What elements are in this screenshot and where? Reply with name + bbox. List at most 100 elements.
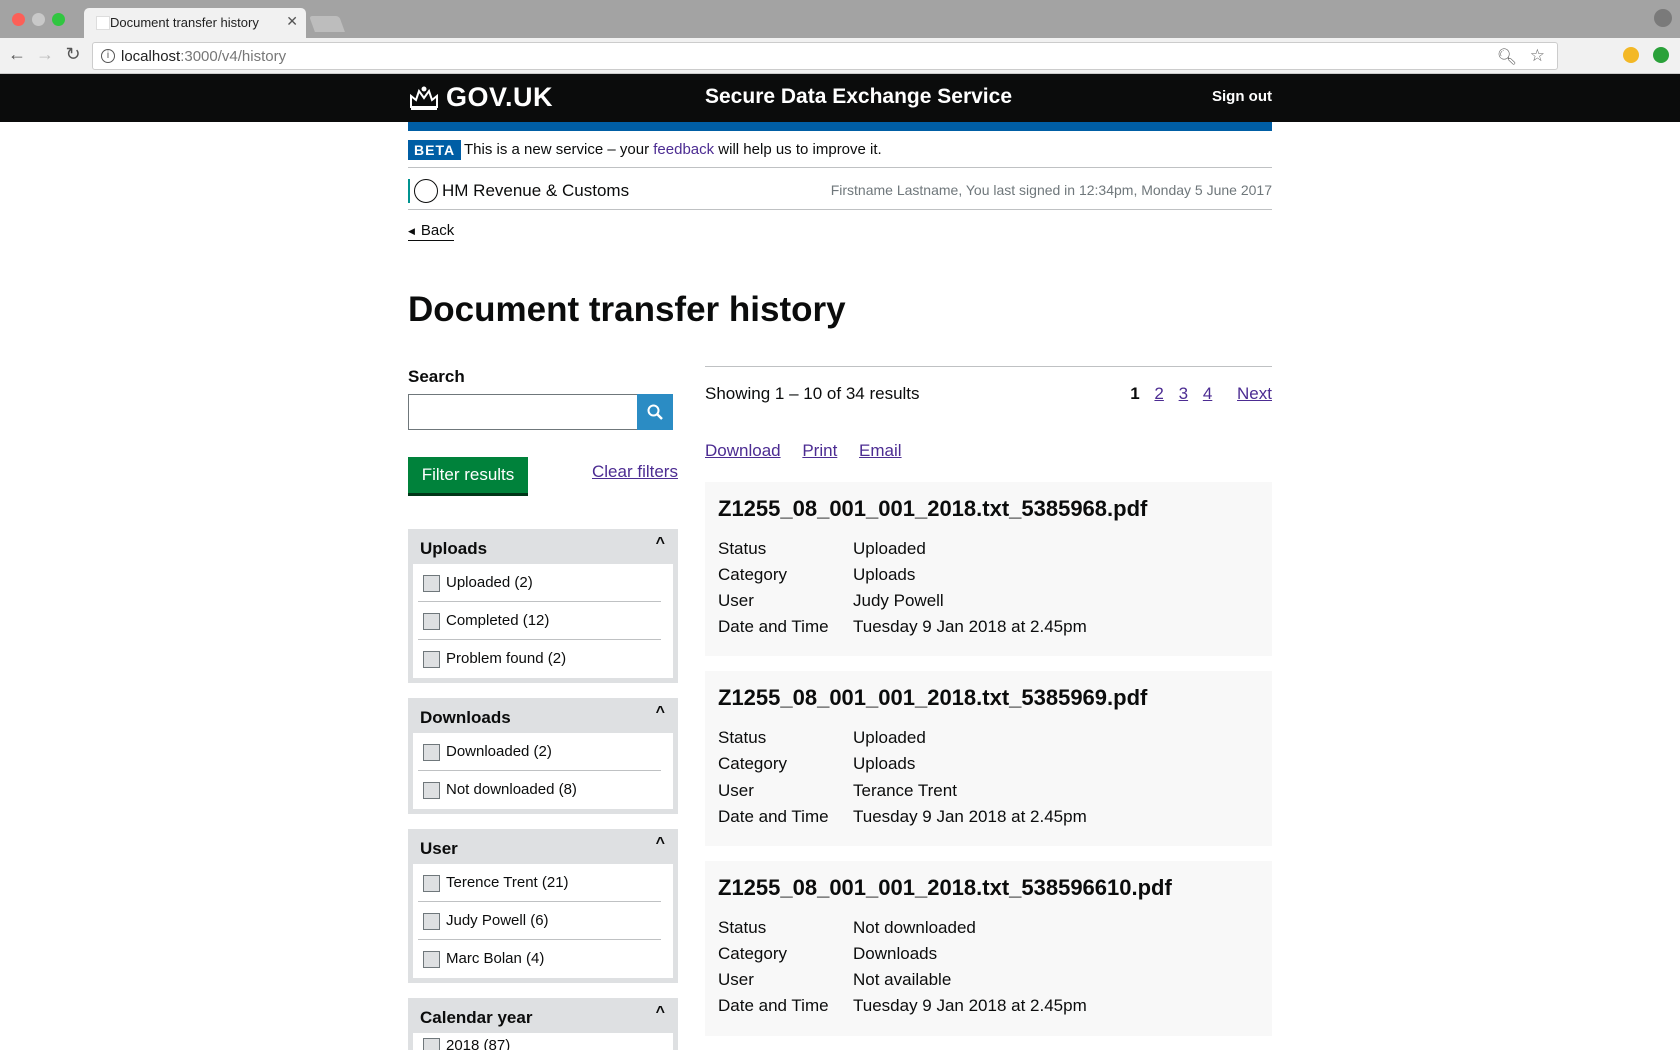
extension-update-icon[interactable] — [1653, 47, 1669, 63]
email-link[interactable]: Email — [859, 441, 902, 460]
page-3-link[interactable]: 3 — [1179, 384, 1188, 403]
option-label: Marc Bolan (4) — [446, 950, 545, 967]
bookmark-star-icon[interactable]: ☆ — [1530, 46, 1545, 66]
result-card: Z1255_08_001_001_2018.txt_5385969.pdf St… — [705, 671, 1272, 846]
back-arrow-icon[interactable]: ← — [6, 44, 28, 65]
feedback-link[interactable]: feedback — [653, 141, 714, 158]
profile-icon[interactable] — [1654, 9, 1672, 27]
org-accent-line — [408, 179, 410, 203]
checkbox[interactable] — [423, 575, 440, 592]
result-card: Z1255_08_001_001_2018.txt_538596610.pdf … — [705, 861, 1272, 1036]
category-label: Category — [718, 944, 787, 963]
option-label: Not downloaded (8) — [446, 781, 577, 798]
address-bar[interactable]: i localhost:3000/v4/history 🔍︎ ☆ — [92, 42, 1558, 70]
facet-option[interactable]: Not downloaded (8) — [418, 771, 661, 809]
checkbox[interactable] — [423, 913, 440, 930]
tab-title: Document transfer history — [110, 15, 259, 30]
chevron-up-icon[interactable]: ^ — [656, 704, 665, 722]
zoom-icon[interactable]: 🔍︎ — [1497, 47, 1517, 67]
checkbox[interactable] — [423, 651, 440, 668]
url-path: :3000/v4/history — [180, 48, 287, 65]
category-label: Category — [718, 565, 787, 584]
option-label: Completed (12) — [446, 612, 550, 629]
sign-out-link[interactable]: Sign out — [1212, 88, 1272, 105]
next-page-link[interactable]: Next — [1237, 384, 1272, 403]
checkbox[interactable] — [423, 613, 440, 630]
maximize-window-button[interactable] — [52, 13, 65, 26]
category-label: Category — [718, 754, 787, 773]
facet-option[interactable]: 2018 (87) — [418, 1027, 661, 1050]
phase-text-after: will help us to improve it. — [714, 141, 882, 158]
checkbox[interactable] — [423, 744, 440, 761]
search-button[interactable] — [637, 394, 673, 430]
govuk-logo[interactable]: GOV.UK — [446, 82, 553, 113]
service-name[interactable]: Secure Data Exchange Service — [705, 85, 1012, 109]
facet-header[interactable]: Uploads ^ — [413, 529, 673, 564]
back-link[interactable]: ◀ Back — [408, 222, 455, 241]
facet-option[interactable]: Terence Trent (21) — [418, 864, 661, 902]
extension-icon[interactable] — [1623, 47, 1639, 63]
facet-title: User — [420, 839, 458, 858]
page-title: Document transfer history — [408, 290, 846, 329]
chevron-up-icon[interactable]: ^ — [656, 535, 665, 553]
facet-calendar-year: Calendar year ^ 2018 (87) — [408, 998, 678, 1050]
user-label: User — [718, 591, 754, 610]
facet-option[interactable]: Problem found (2) — [418, 640, 661, 678]
phase-text-before: This is a new service – your — [464, 141, 654, 158]
checkbox[interactable] — [423, 951, 440, 968]
datetime-value: Tuesday 9 Jan 2018 at 2.45pm — [853, 807, 1087, 826]
url-host: localhost — [121, 48, 181, 65]
site-header: GOV.UK Secure Data Exchange Service Sign… — [0, 74, 1680, 122]
search-icon — [647, 404, 663, 420]
close-tab-icon[interactable]: ✕ — [286, 13, 298, 30]
search-input[interactable] — [408, 394, 638, 430]
user-value: Terance Trent — [853, 781, 957, 800]
chevron-up-icon[interactable]: ^ — [656, 835, 665, 853]
facet-option[interactable]: Uploaded (2) — [418, 564, 661, 602]
results-divider — [705, 366, 1272, 367]
forward-arrow-icon[interactable]: → — [34, 44, 56, 65]
status-label: Status — [718, 918, 767, 937]
status-value: Not downloaded — [853, 918, 976, 937]
header-blue-bar — [408, 122, 1272, 131]
chevron-up-icon[interactable]: ^ — [656, 1004, 665, 1022]
datetime-label: Date and Time — [718, 617, 829, 636]
result-title[interactable]: Z1255_08_001_001_2018.txt_5385968.pdf — [718, 496, 1147, 522]
checkbox[interactable] — [423, 875, 440, 892]
page-4-link[interactable]: 4 — [1203, 384, 1212, 403]
option-label: Terence Trent (21) — [446, 874, 569, 891]
datetime-value: Tuesday 9 Jan 2018 at 2.45pm — [853, 996, 1087, 1015]
page-1-current: 1 — [1130, 384, 1140, 403]
browser-tab[interactable]: Document transfer history ✕ — [84, 8, 306, 38]
facet-option[interactable]: Judy Powell (6) — [418, 902, 661, 940]
category-value: Downloads — [853, 944, 938, 963]
option-label: Downloaded (2) — [446, 743, 552, 760]
facet-header[interactable]: User ^ — [413, 829, 673, 864]
minimize-window-button[interactable] — [32, 13, 45, 26]
option-label: Uploaded (2) — [446, 574, 533, 591]
last-signed-in: Firstname Lastname, You last signed in 1… — [830, 182, 1272, 198]
user-label: User — [718, 781, 754, 800]
result-title[interactable]: Z1255_08_001_001_2018.txt_538596610.pdf — [718, 875, 1172, 901]
facet-header[interactable]: Downloads ^ — [413, 698, 673, 733]
clear-filters-link[interactable]: Clear filters — [592, 462, 678, 482]
reload-icon[interactable]: ↻ — [62, 44, 84, 65]
page-2-link[interactable]: 2 — [1154, 384, 1163, 403]
filter-results-button[interactable]: Filter results — [408, 457, 528, 493]
facet-option[interactable]: Marc Bolan (4) — [418, 940, 661, 978]
result-title[interactable]: Z1255_08_001_001_2018.txt_5385969.pdf — [718, 685, 1147, 711]
back-label: Back — [420, 222, 455, 239]
url-text[interactable]: localhost:3000/v4/history — [121, 48, 286, 65]
phase-text: This is a new service – your feedback wi… — [464, 141, 882, 158]
checkbox[interactable] — [423, 782, 440, 799]
facet-option[interactable]: Completed (12) — [418, 602, 661, 640]
print-link[interactable]: Print — [802, 441, 837, 460]
user-value: Not available — [853, 970, 952, 989]
facet-option[interactable]: Downloaded (2) — [418, 733, 661, 771]
close-window-button[interactable] — [12, 13, 25, 26]
info-icon[interactable]: i — [101, 49, 115, 63]
checkbox[interactable] — [423, 1038, 440, 1050]
facet-uploads: Uploads ^ Uploaded (2) Completed (12) Pr… — [408, 529, 678, 683]
new-tab-button[interactable] — [309, 16, 345, 32]
download-link[interactable]: Download — [705, 441, 781, 460]
